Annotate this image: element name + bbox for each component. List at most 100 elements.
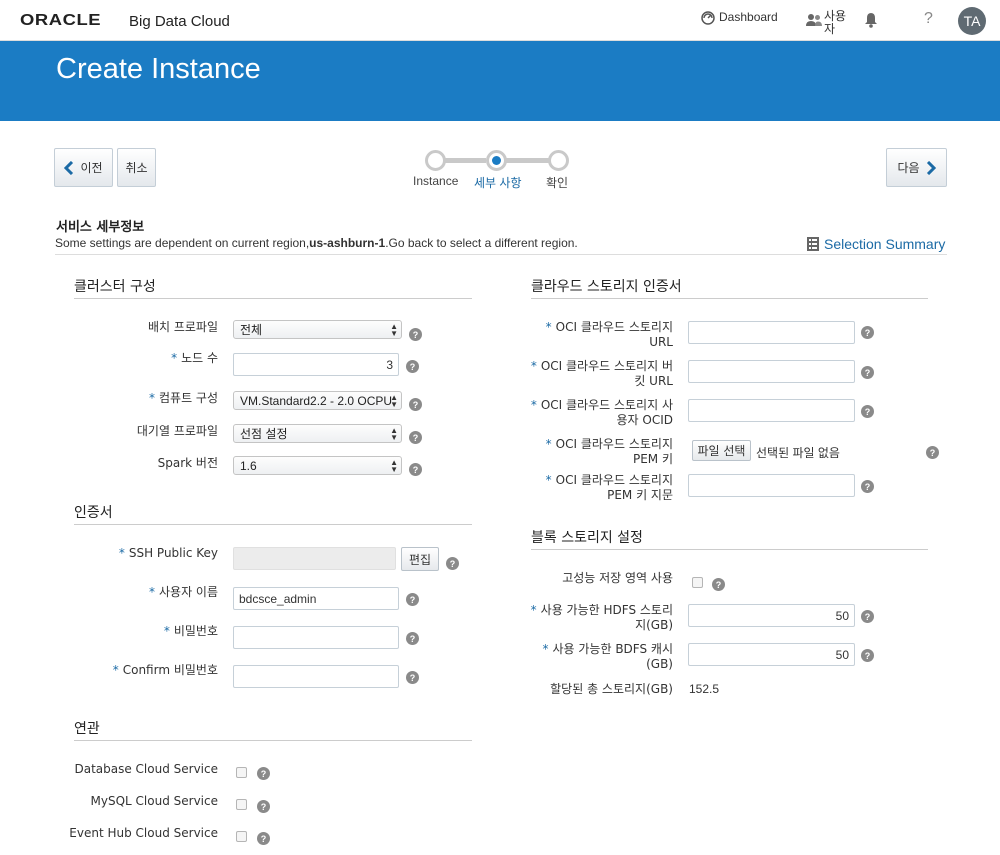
train-connector [505, 158, 550, 163]
help-icon[interactable]: ? [924, 10, 933, 28]
chevron-left-icon [64, 160, 74, 175]
association-eventhub-checkbox[interactable] [236, 831, 247, 842]
block-storage-title: 블록 스토리지 설정 [531, 530, 643, 546]
help-icon[interactable]: ? [406, 593, 419, 606]
divider [55, 254, 947, 255]
dashboard-link[interactable]: Dashboard [701, 10, 778, 25]
help-icon[interactable]: ? [861, 610, 874, 623]
users-menu[interactable]: 사용자 [806, 10, 850, 36]
hdfs-storage-label: * 사용 가능한 HDFS 스토리 지(GB) [530, 603, 673, 632]
bdfs-cache-input[interactable]: 50 [688, 643, 855, 666]
spark-version-select[interactable]: 1.6 ▲ ▼ [233, 456, 402, 475]
bell-icon[interactable] [864, 12, 878, 28]
avatar[interactable]: TA [958, 7, 986, 35]
help-icon[interactable]: ? [861, 405, 874, 418]
node-count-label: * 노드 수 [171, 351, 218, 365]
help-icon[interactable]: ? [861, 366, 874, 379]
help-icon[interactable]: ? [712, 578, 725, 591]
region-name: us-ashburn-1 [309, 236, 386, 250]
train-label-confirm: 확인 [546, 176, 569, 190]
high-performance-checkbox[interactable] [692, 577, 703, 588]
storage-user-ocid-input[interactable] [688, 399, 855, 422]
product-name: Big Data Cloud [129, 12, 230, 30]
top-bar: ORACLE Big Data Cloud Dashboard 사용자 ? TA [0, 0, 1000, 41]
password-input[interactable] [233, 626, 399, 649]
help-icon[interactable]: ? [406, 632, 419, 645]
bdfs-cache-label: * 사용 가능한 BDFS 캐시 (GB) [542, 642, 673, 671]
associations-title: 연관 [74, 721, 100, 737]
cancel-label: 취소 [125, 161, 148, 175]
section-title: 서비스 세부정보 [56, 220, 145, 235]
help-icon[interactable]: ? [861, 649, 874, 662]
chevron-right-icon [926, 160, 936, 175]
compute-shape-label: * 컴퓨트 구성 [148, 391, 218, 405]
page-title: Create Instance [56, 53, 261, 85]
storage-bucket-input[interactable] [688, 360, 855, 383]
help-icon[interactable]: ? [409, 398, 422, 411]
users-icon [806, 14, 822, 26]
total-storage-value: 152.5 [689, 682, 720, 696]
storage-pem-key-label: * OCI 클라우드 스토리지 PEM 키 [545, 437, 673, 466]
divider [74, 740, 472, 741]
next-button[interactable]: 다음 [886, 148, 947, 187]
deployment-profile-label: 배치 프로파일 [147, 320, 218, 334]
storage-url-input[interactable] [688, 321, 855, 344]
confirm-password-input[interactable] [233, 665, 399, 688]
back-button[interactable]: 이전 [54, 148, 113, 187]
deployment-profile-select[interactable]: 전체 ▲ ▼ [233, 320, 402, 339]
file-status: 선택된 파일 없음 [756, 446, 840, 460]
association-database-label: Database Cloud Service [74, 762, 218, 776]
divider [74, 524, 472, 525]
next-label: 다음 [897, 161, 920, 175]
train-step-confirm[interactable] [548, 150, 569, 171]
association-mysql-checkbox[interactable] [236, 799, 247, 810]
help-icon[interactable]: ? [406, 360, 419, 373]
divider [531, 549, 928, 550]
ssh-key-label: * SSH Public Key [118, 546, 218, 560]
storage-bucket-label: * OCI 클라우드 스토리지 버킷 URL [530, 359, 673, 388]
help-icon[interactable]: ? [409, 463, 422, 476]
storage-fingerprint-input[interactable] [688, 474, 855, 497]
cloud-storage-title: 클라우드 스토리지 인증서 [531, 279, 682, 295]
help-icon[interactable]: ? [861, 326, 874, 339]
association-database-checkbox[interactable] [236, 767, 247, 778]
summary-icon [807, 237, 819, 251]
oracle-logo[interactable]: ORACLE Big Data Cloud [20, 12, 230, 30]
help-icon[interactable]: ? [406, 671, 419, 684]
divider [74, 298, 472, 299]
help-icon[interactable]: ? [409, 431, 422, 444]
storage-fingerprint-label: * OCI 클라우드 스토리지 PEM 키 지문 [545, 473, 673, 502]
divider [531, 298, 928, 299]
ssh-key-field [233, 547, 396, 570]
train-step-details[interactable] [486, 150, 507, 171]
help-icon[interactable]: ? [257, 800, 270, 813]
association-mysql-label: MySQL Cloud Service [90, 794, 218, 808]
help-icon[interactable]: ? [926, 446, 939, 459]
back-label: 이전 [80, 161, 103, 175]
association-eventhub-label: Event Hub Cloud Service [69, 826, 218, 840]
train-step-instance[interactable] [425, 150, 446, 171]
high-performance-label: 고성능 저장 영역 사용 [562, 571, 673, 585]
node-count-input[interactable]: 3 [233, 353, 399, 376]
help-icon[interactable]: ? [446, 557, 459, 570]
help-icon[interactable]: ? [257, 767, 270, 780]
queue-profile-label: 대기열 프로파일 [136, 424, 218, 438]
selection-summary-link[interactable]: Selection Summary [807, 236, 945, 252]
help-icon[interactable]: ? [257, 832, 270, 845]
password-label: * 비밀번호 [163, 624, 218, 638]
hdfs-storage-input[interactable]: 50 [688, 604, 855, 627]
help-icon[interactable]: ? [861, 480, 874, 493]
cluster-config-title: 클러스터 구성 [74, 279, 156, 295]
queue-profile-select[interactable]: 선점 설정 ▲ ▼ [233, 424, 402, 443]
cancel-button[interactable]: 취소 [117, 148, 156, 187]
username-label: * 사용자 이름 [148, 585, 218, 599]
page-banner: Create Instance [0, 41, 1000, 121]
compute-shape-select[interactable]: VM.Standard2.2 - 2.0 OCPU ▲ ▼ [233, 391, 402, 410]
dashboard-label: Dashboard [719, 10, 778, 24]
brand-name: ORACLE [20, 12, 102, 29]
train-label-details: 세부 사항 [474, 176, 522, 190]
help-icon[interactable]: ? [409, 328, 422, 341]
username-input[interactable]: bdcsce_admin [233, 587, 399, 610]
ssh-edit-button[interactable]: 편집 [401, 547, 439, 571]
choose-file-button[interactable]: 파일 선택 [692, 440, 751, 461]
